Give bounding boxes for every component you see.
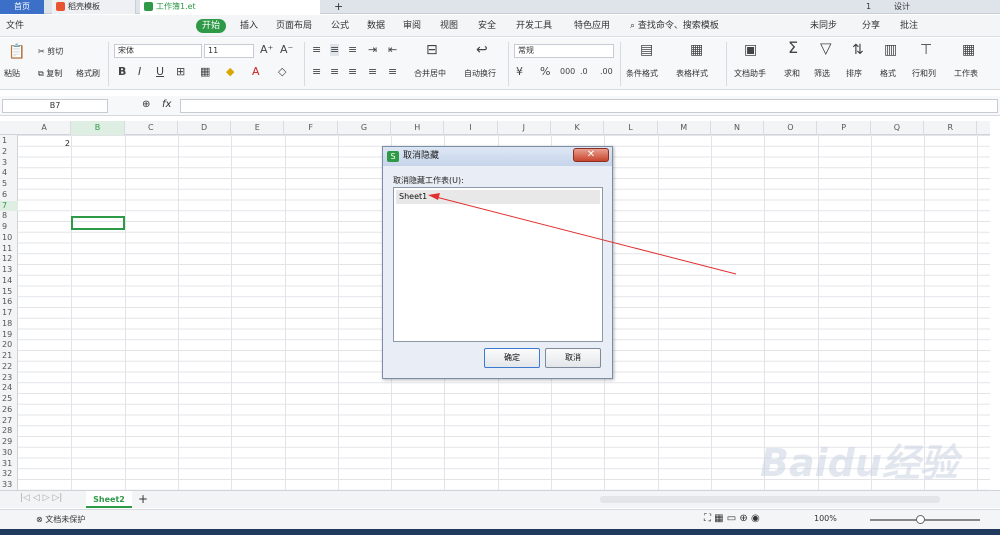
os-taskbar (0, 529, 1000, 535)
zoom-slider-handle[interactable] (916, 515, 925, 524)
zoom-slider[interactable] (870, 519, 980, 521)
protection-label: 文档未保护 (45, 515, 86, 524)
sheet-tab-sheet2[interactable]: Sheet2 (86, 491, 132, 508)
status-bar: ⊗ 文档未保护 ⛶ ▦ ▭ ⊕ ◉ 100% (0, 509, 1000, 529)
add-sheet-button[interactable]: + (138, 492, 148, 506)
zoom-level[interactable]: 100% (814, 514, 837, 523)
watermark-logo: Baidu经验 (760, 441, 958, 485)
protection-status[interactable]: ⊗ 文档未保护 (36, 514, 85, 525)
sheet-nav-icons[interactable]: |◁ ◁ ▷ ▷| (20, 493, 62, 503)
view-mode-icons[interactable]: ⛶ ▦ ▭ ⊕ ◉ (704, 513, 760, 524)
